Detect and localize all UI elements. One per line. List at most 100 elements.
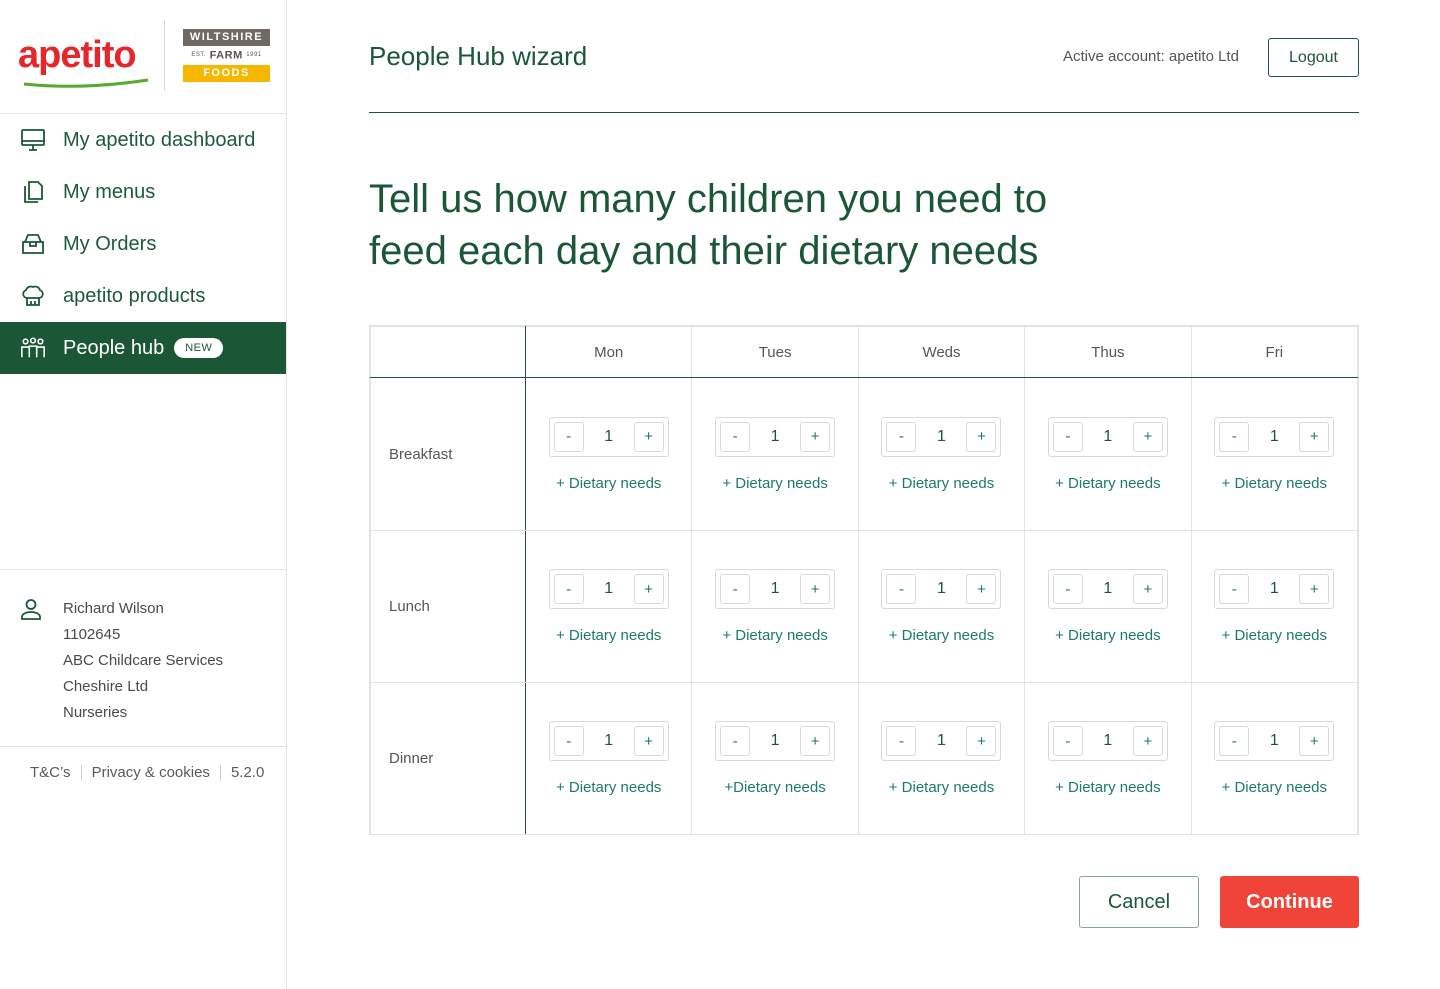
quantity-value[interactable]: 1 bbox=[921, 428, 961, 446]
wff-farm: FARM bbox=[209, 49, 243, 62]
quantity-value[interactable]: 1 bbox=[589, 732, 629, 750]
sidebar-item-menus[interactable]: My menus bbox=[0, 166, 286, 218]
user-sector: Nurseries bbox=[63, 704, 128, 721]
decrement-button[interactable]: - bbox=[1219, 574, 1250, 604]
dietary-needs-link[interactable]: + Dietary needs bbox=[889, 627, 994, 644]
quantity-stepper: -1 + bbox=[1047, 721, 1168, 761]
decrement-button[interactable]: - bbox=[1219, 421, 1250, 452]
dietary-needs-link[interactable]: + Dietary needs bbox=[722, 475, 827, 492]
cell-content: -1 + + Dietary needs bbox=[859, 569, 1024, 644]
increment-button[interactable]: + bbox=[633, 421, 664, 452]
dietary-needs-link[interactable]: + Dietary needs bbox=[1222, 627, 1327, 644]
day-cell: -1 + + Dietary needs bbox=[1024, 682, 1192, 835]
decrement-button[interactable]: - bbox=[886, 726, 917, 756]
dietary-needs-link[interactable]: + Dietary needs bbox=[1055, 627, 1160, 644]
dietary-needs-link[interactable]: + Dietary needs bbox=[889, 779, 994, 796]
dietary-needs-link[interactable]: + Dietary needs bbox=[556, 779, 661, 796]
quantity-value[interactable]: 1 bbox=[921, 580, 961, 598]
dietary-needs-link[interactable]: + Dietary needs bbox=[722, 627, 827, 644]
quantity-stepper: -1 + bbox=[881, 416, 1002, 457]
quantity-value[interactable]: 1 bbox=[1088, 580, 1128, 598]
sidebar-item-people-hub[interactable]: People hub NEW bbox=[0, 322, 286, 374]
quantity-stepper: -1 + bbox=[1047, 569, 1168, 609]
logout-button[interactable]: Logout bbox=[1268, 38, 1359, 77]
footer-separator bbox=[80, 764, 82, 781]
sidebar-item-dashboard[interactable]: My apetito dashboard bbox=[0, 114, 286, 166]
documents-icon bbox=[20, 179, 46, 205]
day-cell: -1 + + Dietary needs bbox=[857, 530, 1026, 683]
quantity-value[interactable]: 1 bbox=[1254, 428, 1294, 446]
quantity-value[interactable]: 1 bbox=[755, 428, 795, 446]
increment-button[interactable]: + bbox=[1132, 574, 1163, 604]
sidebar-item-orders[interactable]: My Orders bbox=[0, 218, 286, 270]
day-header: Fri bbox=[1190, 326, 1359, 378]
quantity-value[interactable]: 1 bbox=[1254, 732, 1294, 750]
active-account: Active account: apetito Ltd bbox=[1063, 48, 1239, 65]
dietary-needs-link[interactable]: + Dietary needs bbox=[556, 475, 661, 492]
day-cell: -1 + + Dietary needs bbox=[691, 377, 859, 531]
increment-button[interactable]: + bbox=[633, 574, 664, 604]
dietary-needs-link[interactable]: + Dietary needs bbox=[556, 627, 661, 644]
decrement-button[interactable]: - bbox=[1052, 421, 1083, 452]
decrement-button[interactable]: - bbox=[553, 726, 584, 756]
dietary-needs-link[interactable]: + Dietary needs bbox=[1222, 475, 1327, 492]
quantity-value[interactable]: 1 bbox=[1088, 732, 1128, 750]
decrement-button[interactable]: - bbox=[720, 574, 751, 604]
day-header: Thus bbox=[1024, 326, 1192, 378]
increment-button[interactable]: + bbox=[633, 726, 664, 756]
increment-button[interactable]: + bbox=[800, 574, 831, 604]
sidebar-item-products[interactable]: apetito products bbox=[0, 270, 286, 322]
decrement-button[interactable]: - bbox=[1052, 726, 1083, 756]
increment-button[interactable]: + bbox=[800, 726, 831, 756]
quantity-value[interactable]: 1 bbox=[1088, 428, 1128, 446]
sidebar-item-label: My menus bbox=[63, 180, 156, 203]
user-icon bbox=[20, 596, 46, 746]
dietary-needs-link[interactable]: + Dietary needs bbox=[1055, 779, 1160, 796]
privacy-link[interactable]: Privacy & cookies bbox=[92, 764, 210, 781]
dietary-needs-link[interactable]: +Dietary needs bbox=[724, 779, 825, 796]
quantity-value[interactable]: 1 bbox=[921, 732, 961, 750]
decrement-button[interactable]: - bbox=[553, 574, 584, 604]
decrement-button[interactable]: - bbox=[886, 574, 917, 604]
quantity-value[interactable]: 1 bbox=[1254, 580, 1294, 598]
decrement-button[interactable]: - bbox=[553, 421, 584, 452]
table-row: Dinner -1 + + Dietary needs -1 + +Dietary need… bbox=[370, 682, 1359, 835]
day-header: Mon bbox=[524, 326, 693, 378]
quantity-value[interactable]: 1 bbox=[755, 580, 795, 598]
quantity-value[interactable]: 1 bbox=[589, 580, 629, 598]
terms-link[interactable]: T&C’s bbox=[30, 764, 71, 781]
increment-button[interactable]: + bbox=[800, 421, 831, 452]
table-header-row: Mon Tues Weds Thus Fri bbox=[370, 326, 1359, 378]
people-table: Mon Tues Weds Thus Fri Breakfast -1 + + Die… bbox=[370, 326, 1359, 835]
quantity-value[interactable]: 1 bbox=[755, 732, 795, 750]
apetito-logo[interactable]: apetito bbox=[18, 34, 149, 88]
wiltshire-farm-foods-logo[interactable]: WILTSHIRE EST. FARM 1991 FOODS bbox=[183, 29, 270, 82]
dietary-needs-link[interactable]: + Dietary needs bbox=[1222, 779, 1327, 796]
brand-divider bbox=[164, 20, 165, 91]
cancel-button[interactable]: Cancel bbox=[1079, 876, 1199, 928]
day-cell: -1 + + Dietary needs bbox=[524, 377, 693, 531]
increment-button[interactable]: + bbox=[966, 574, 997, 604]
decrement-button[interactable]: - bbox=[886, 421, 917, 452]
increment-button[interactable]: + bbox=[966, 421, 997, 452]
increment-button[interactable]: + bbox=[1299, 574, 1330, 604]
people-grid: Mon Tues Weds Thus Fri Breakfast -1 + + Die… bbox=[369, 325, 1359, 835]
table-row: Lunch -1 + + Dietary needs -1 + + Dietary need… bbox=[370, 530, 1359, 683]
user-company: ABC Childcare Services bbox=[63, 652, 224, 669]
quantity-stepper: -1 + bbox=[548, 721, 669, 761]
decrement-button[interactable]: - bbox=[720, 726, 751, 756]
decrement-button[interactable]: - bbox=[1052, 574, 1083, 604]
increment-button[interactable]: + bbox=[1299, 421, 1330, 452]
decrement-button[interactable]: - bbox=[720, 421, 751, 452]
continue-button[interactable]: Continue bbox=[1220, 876, 1359, 928]
user-info: Richard Wilson 1102645 ABC Childcare Ser… bbox=[0, 569, 286, 747]
dietary-needs-link[interactable]: + Dietary needs bbox=[889, 475, 994, 492]
increment-button[interactable]: + bbox=[966, 726, 997, 756]
increment-button[interactable]: + bbox=[1132, 421, 1163, 452]
cell-content: -1 + + Dietary needs bbox=[1025, 569, 1190, 644]
increment-button[interactable]: + bbox=[1299, 726, 1330, 756]
increment-button[interactable]: + bbox=[1132, 726, 1163, 756]
decrement-button[interactable]: - bbox=[1219, 726, 1250, 756]
quantity-value[interactable]: 1 bbox=[589, 428, 629, 446]
dietary-needs-link[interactable]: + Dietary needs bbox=[1055, 475, 1160, 492]
